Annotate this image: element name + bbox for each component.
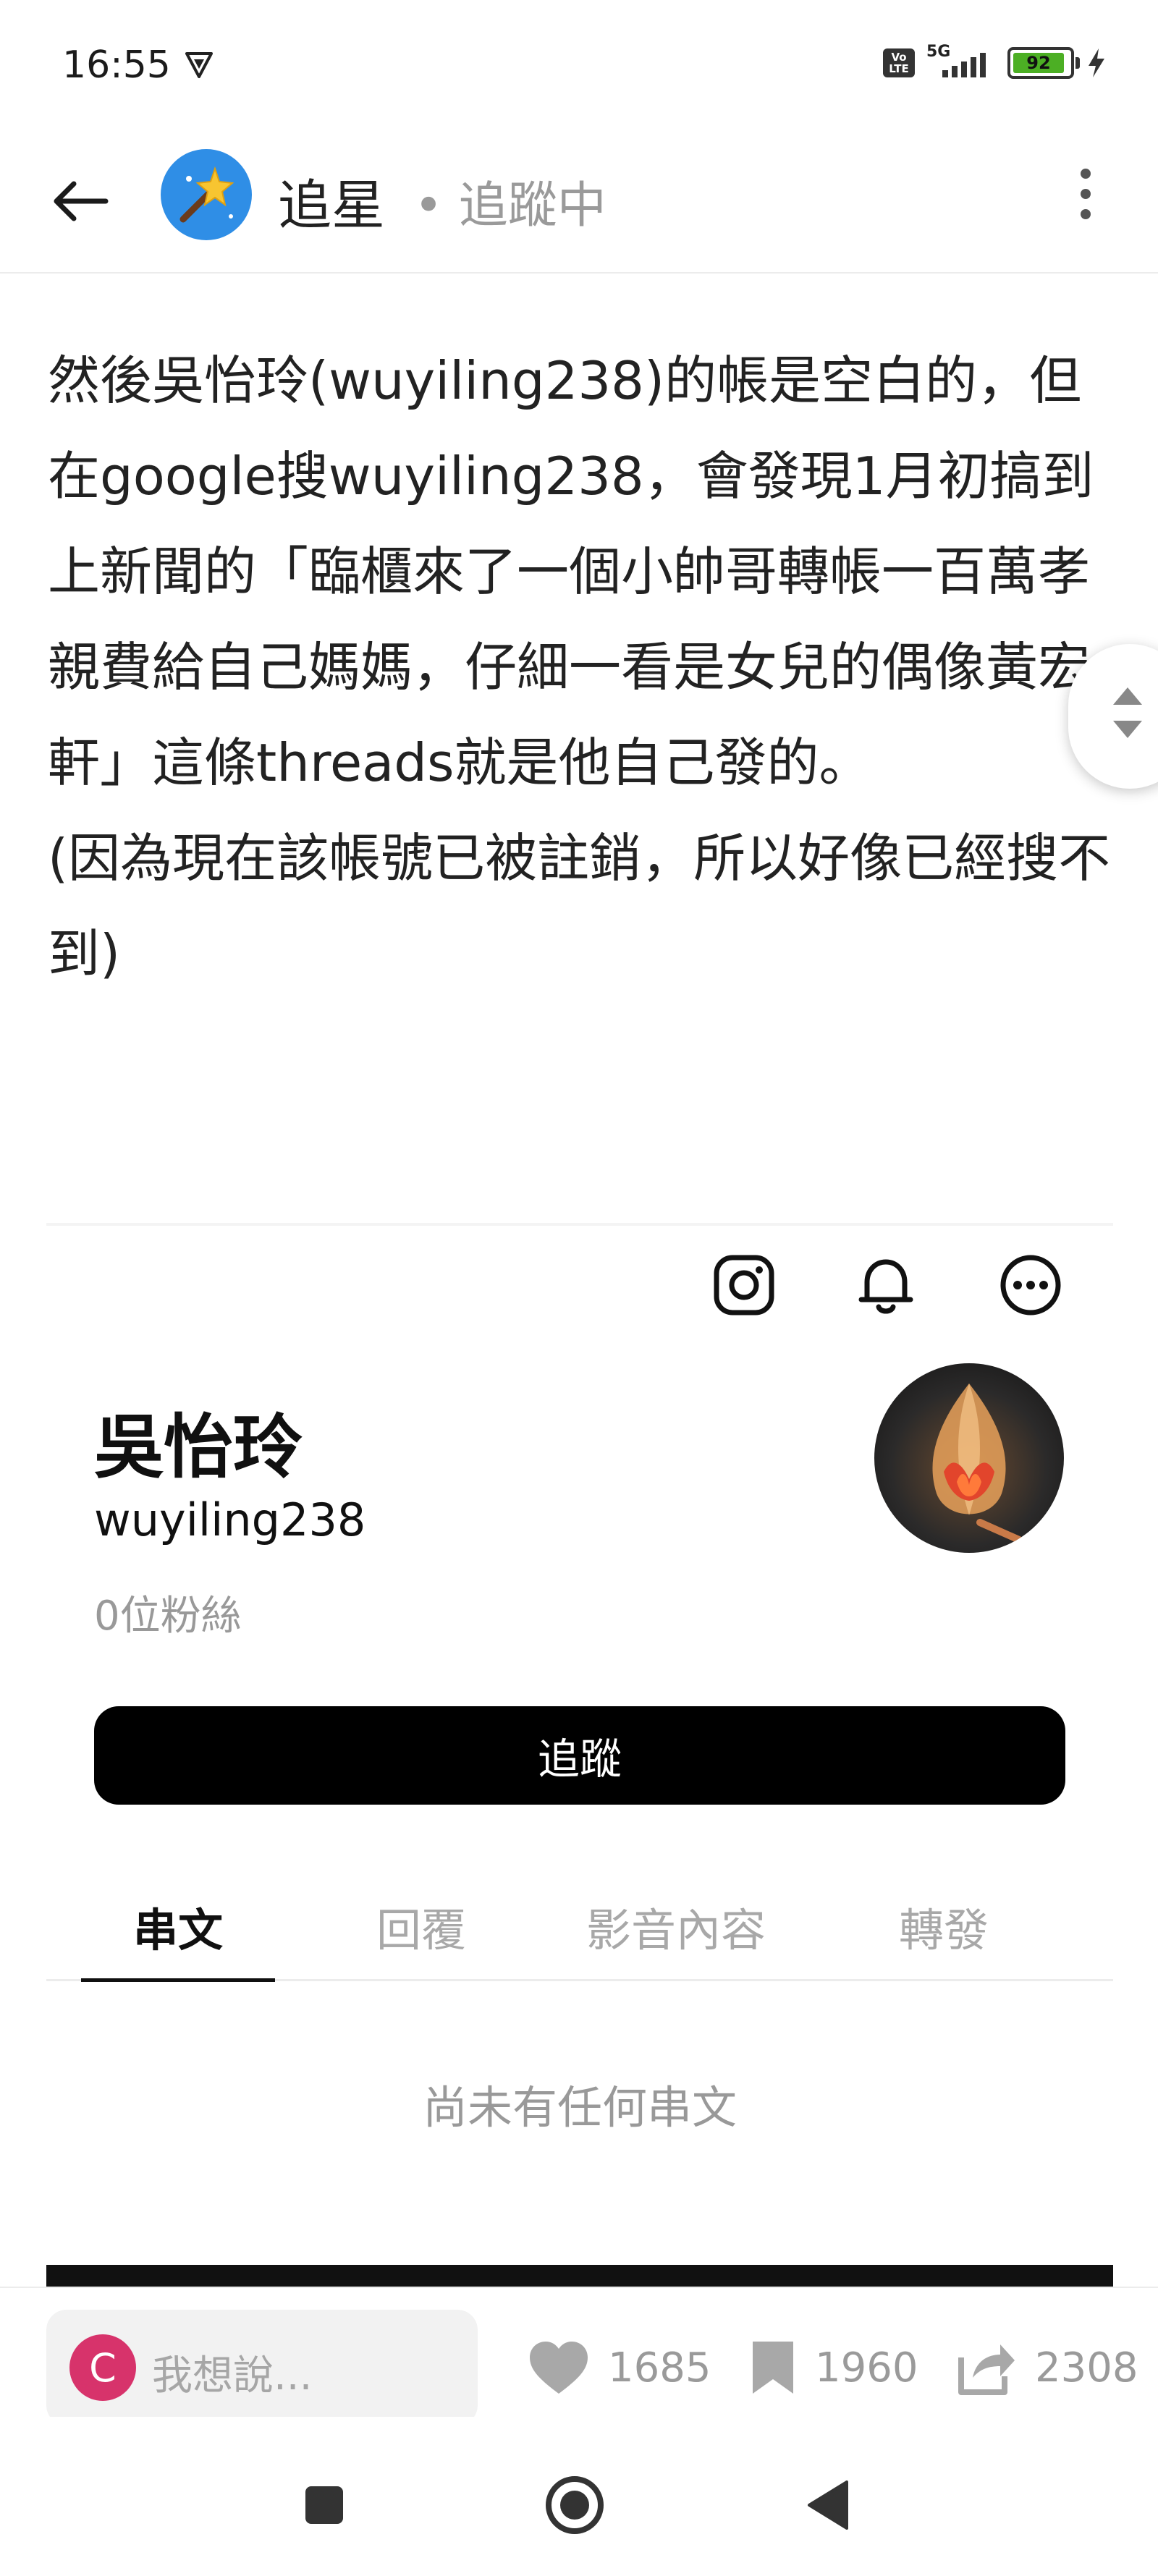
profile-handle: wuyiling238 (94, 1494, 366, 1546)
chevron-up-icon (1113, 687, 1142, 705)
follower-count: 0位粉絲 (94, 1593, 242, 1640)
more-vertical-icon (1081, 169, 1091, 179)
bookmark-icon (753, 2342, 793, 2394)
tab-media[interactable]: 影音內容 (553, 1871, 799, 1981)
recent-apps-button[interactable] (290, 2470, 359, 2540)
charging-icon (1089, 48, 1104, 77)
share-button[interactable]: 2308 (955, 2310, 1138, 2425)
profile-tabs: 串文 回覆 影音內容 轉發 (46, 1871, 1113, 1982)
active-tab-indicator (81, 1978, 275, 1982)
article-body: 然後吳怡玲(wuyiling238)的帳是空白的，但在google搜wuyili… (48, 333, 1122, 1001)
user-avatar: C (69, 2334, 136, 2401)
arrow-left-icon (54, 181, 109, 221)
lotus-leaf-image (932, 1384, 1023, 1543)
tab-reposts[interactable]: 轉發 (847, 1871, 1041, 1981)
bookmark-count: 1960 (815, 2344, 918, 2391)
follow-button[interactable]: 追蹤 (94, 1706, 1065, 1805)
page: 16:55 Vo LTE 5G 92 追星 • 追蹤中 然後吳怡玲(wuyili… (0, 0, 1158, 2576)
comment-input[interactable]: C 我想說... (46, 2310, 478, 2425)
empty-state-message: 尚未有任何串文 (422, 2081, 737, 2134)
article-paragraph: (因為現在該帳號已被註銷，所以好像已經搜不到) (48, 828, 1111, 984)
status-bar: 16:55 Vo LTE 5G 92 (0, 0, 1158, 130)
board-name[interactable]: 追星 (278, 162, 385, 240)
bell-icon (850, 1249, 922, 1321)
volte-icon: Vo LTE (883, 48, 915, 77)
triangle-back-icon (808, 2480, 848, 2530)
share-count: 2308 (1035, 2344, 1138, 2391)
square-icon (305, 2486, 343, 2524)
share-icon (958, 2344, 1015, 2395)
embedded-profile-image[interactable]: 吳怡玲 wuyiling238 0位粉絲 追蹤 串文 回覆 影音內容 轉發 尚未… (46, 1223, 1113, 2287)
instagram-icon (708, 1249, 780, 1321)
vpn-shield-icon (185, 52, 213, 78)
system-nav-bar (0, 2417, 1158, 2576)
profile-name: 吳怡玲 (94, 1407, 303, 1488)
tab-replies[interactable]: 回覆 (324, 1871, 518, 1981)
article-paragraph: 然後吳怡玲(wuyiling238)的帳是空白的，但在google搜wuyili… (48, 350, 1094, 793)
like-count: 1685 (608, 2344, 711, 2391)
home-circle-icon (546, 2476, 604, 2534)
bookmark-button[interactable]: 1960 (750, 2310, 918, 2425)
action-bar: C 我想說... 1685 1960 2308 (0, 2287, 1158, 2425)
like-button[interactable]: 1685 (528, 2310, 711, 2425)
tab-threads[interactable]: 串文 (81, 1871, 275, 1981)
magic-wand-icon (179, 166, 234, 223)
battery-level: 92 (1013, 53, 1064, 73)
more-horizontal-icon (994, 1249, 1067, 1321)
app-header: 追星 • 追蹤中 (0, 130, 1158, 274)
status-time: 16:55 (62, 43, 171, 87)
comment-placeholder: 我想說... (152, 2352, 313, 2399)
board-avatar[interactable] (161, 149, 252, 240)
follow-status[interactable]: • 追蹤中 (414, 165, 607, 237)
heart-icon (530, 2342, 588, 2394)
more-options-button[interactable] (1051, 159, 1120, 229)
home-button[interactable] (540, 2470, 609, 2540)
back-button[interactable] (46, 166, 116, 236)
battery-icon: 92 (1007, 47, 1080, 79)
profile-avatar (874, 1363, 1064, 1553)
status-indicators: Vo LTE 5G 92 (883, 43, 1107, 81)
signal-icon: 5G (926, 43, 996, 80)
back-nav-button[interactable] (793, 2470, 863, 2540)
chevron-down-icon (1113, 721, 1142, 738)
